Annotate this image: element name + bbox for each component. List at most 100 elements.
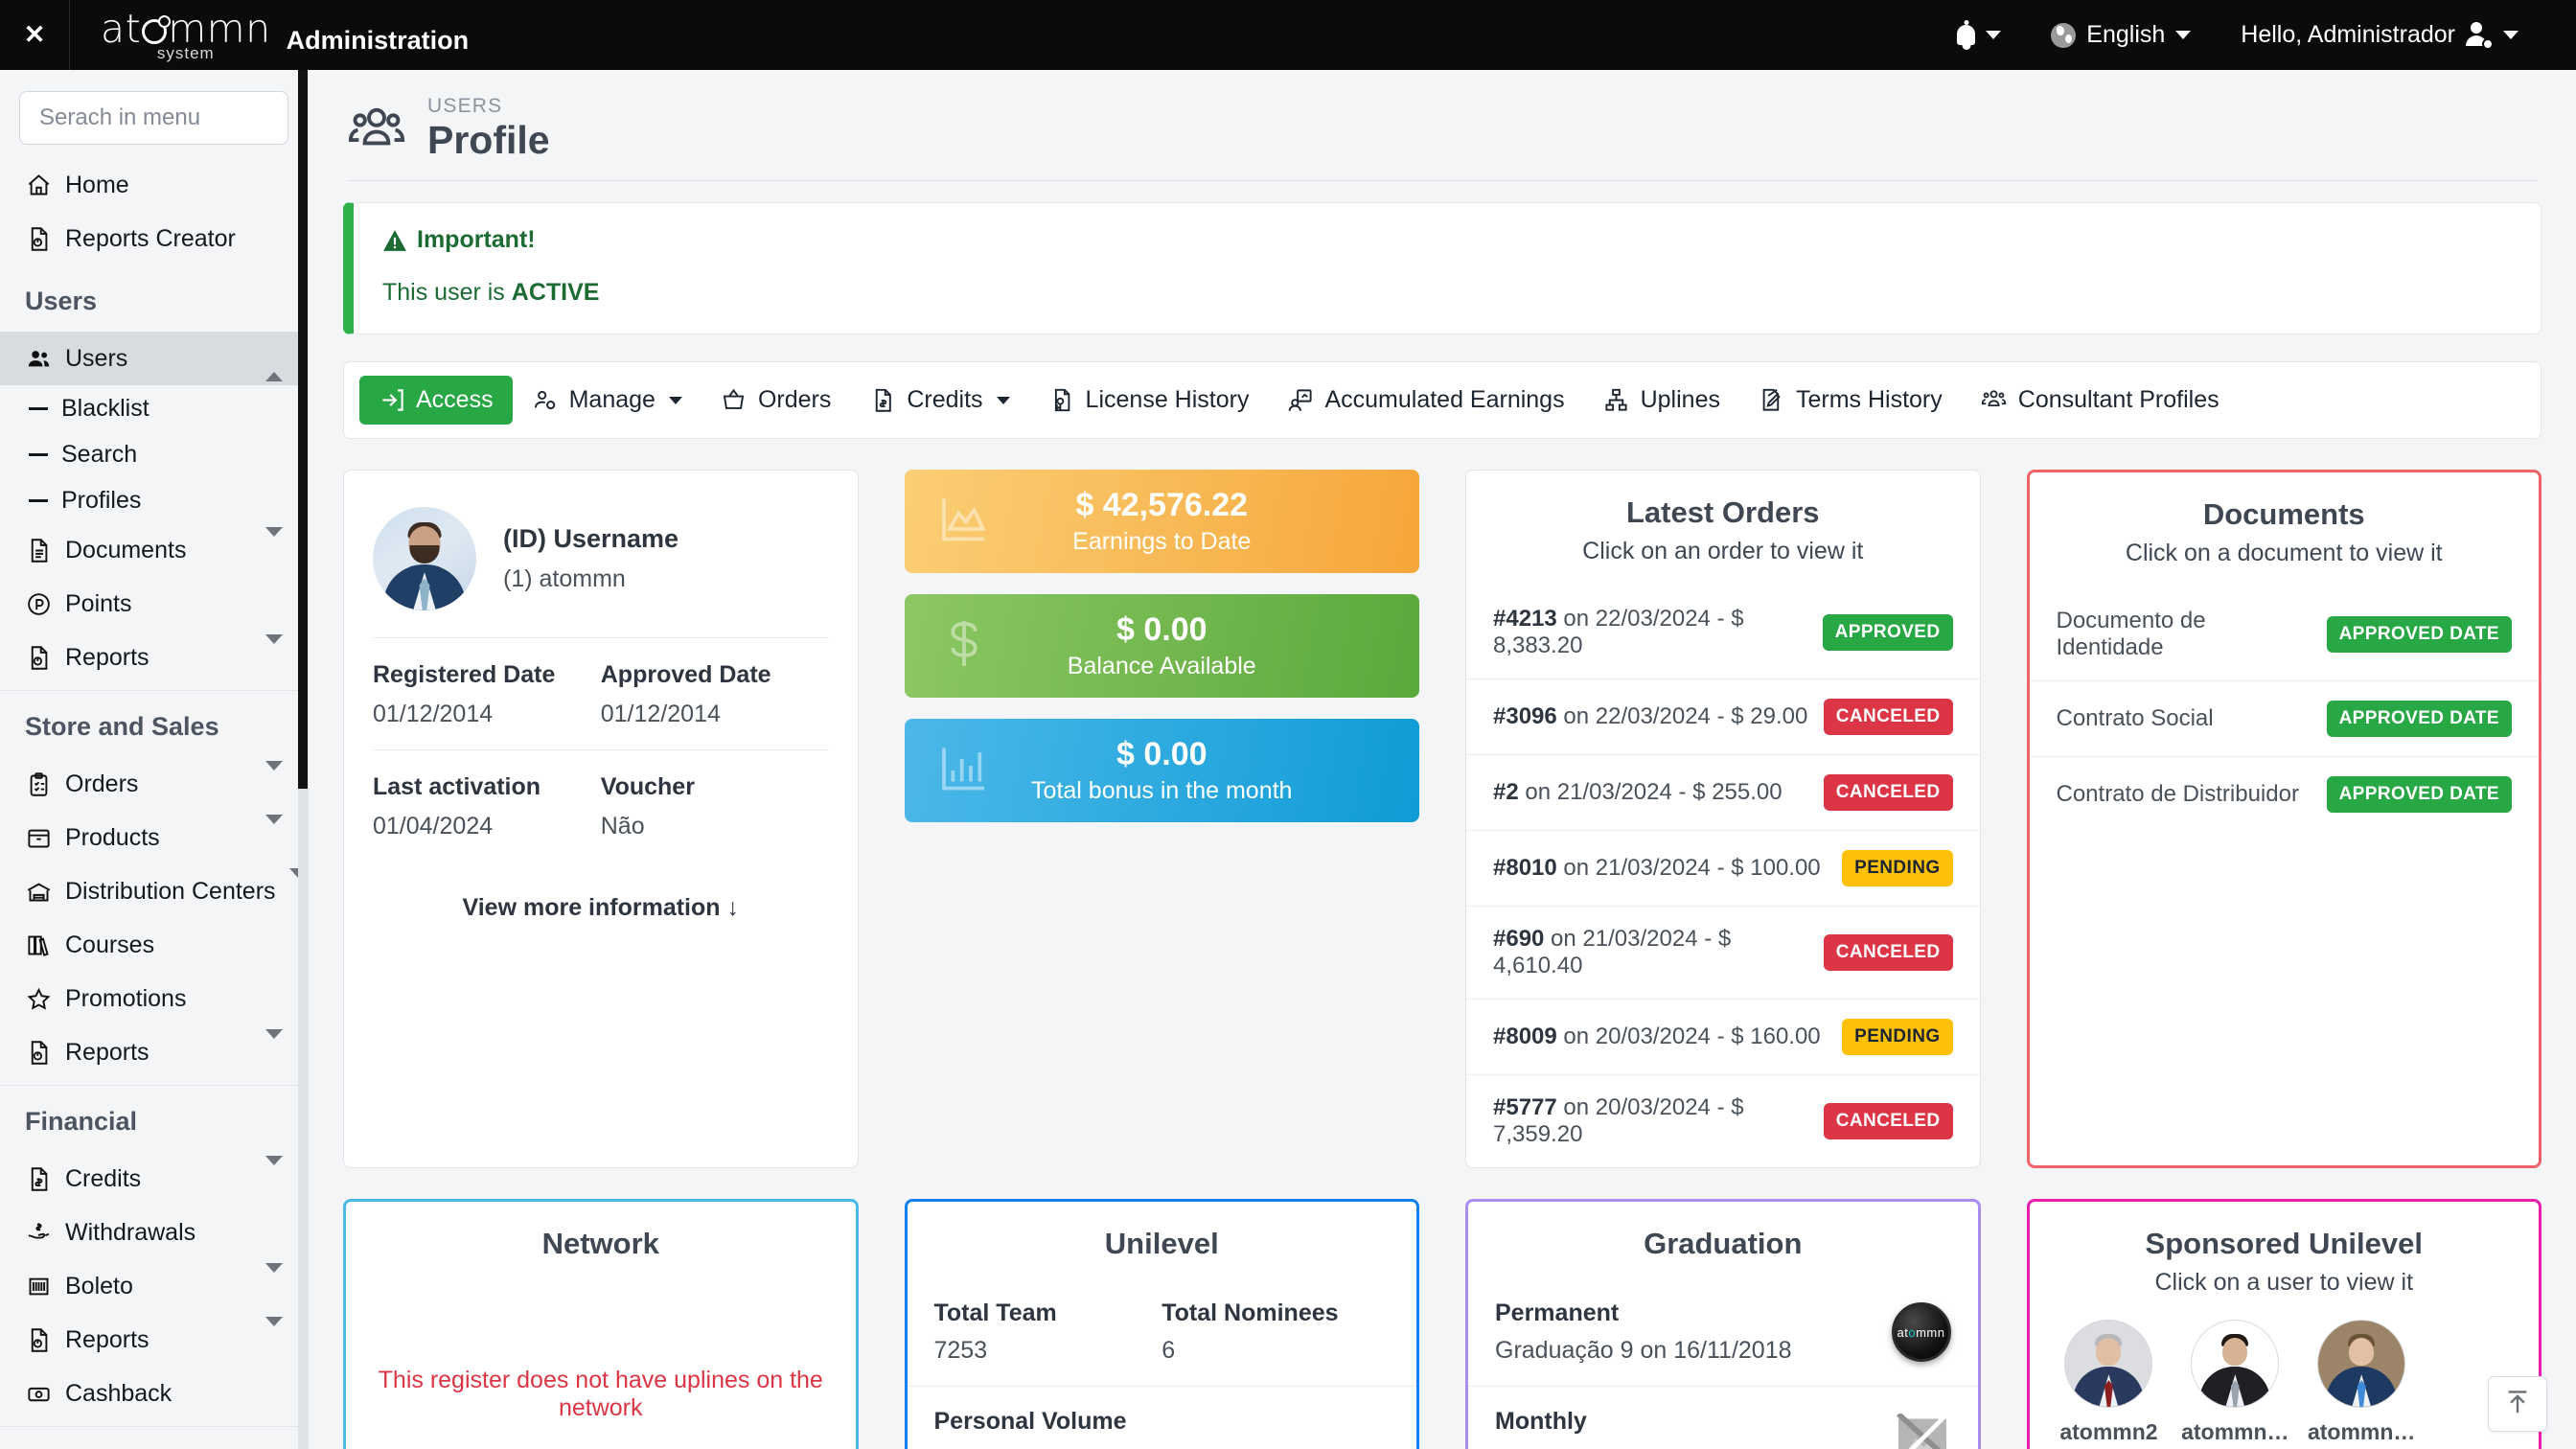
chevron-down-icon [2503, 31, 2518, 39]
order-text: #690 on 21/03/2024 - $ 4,610.40 [1493, 926, 1810, 979]
hand-money-icon [25, 1219, 52, 1246]
box-icon [25, 824, 52, 851]
sidebar-subitem-blacklist[interactable]: Blacklist [0, 385, 308, 431]
network-empty-message: This register does not have uplines on t… [378, 1367, 823, 1422]
order-text: #8010 on 21/03/2024 - $ 100.00 [1493, 855, 1821, 882]
license-history-button[interactable]: License History [1029, 376, 1269, 425]
sidebar-item-products[interactable]: Products [0, 811, 308, 864]
list-item[interactable]: Documento de Identidade APPROVED DATE [2030, 588, 2540, 680]
table-row[interactable]: #4213 on 22/03/2024 - $ 8,383.20 APPROVE… [1466, 586, 1980, 678]
sidebar-section-title: Users [25, 287, 98, 315]
sidebar-item-promotions[interactable]: Promotions [0, 972, 308, 1025]
credit-doc-icon [869, 387, 896, 414]
sidebar-item-boleto[interactable]: Boleto [0, 1259, 308, 1313]
list-item[interactable]: Contrato de Distribuidor APPROVED DATE [2029, 756, 2539, 832]
sidebar-item-documents[interactable]: Documents [0, 523, 308, 577]
bell-icon [1957, 25, 1976, 45]
status-badge: APPROVED DATE [2326, 776, 2512, 814]
sidebar-item-label: Reports Creator [65, 224, 236, 252]
list-item[interactable]: Contrato Social APPROVED DATE [2029, 680, 2539, 756]
close-sidebar-button[interactable]: ✕ [0, 0, 70, 70]
scroll-to-top-button[interactable] [2488, 1376, 2547, 1432]
brand-wordmark: at mmn [101, 5, 271, 52]
table-row[interactable]: #2 on 21/03/2024 - $ 255.00 CANCELED [1466, 754, 1980, 830]
accumulated-earnings-button[interactable]: Accumulated Earnings [1268, 376, 1583, 425]
account-menu[interactable]: Hello, Administrador [2216, 21, 2543, 50]
profile-toolbar: Access Manage Orders Credits License His… [343, 361, 2542, 440]
profile-identity: (ID) Username (1) atommn [373, 495, 829, 637]
language-menu[interactable]: English [2026, 21, 2216, 49]
menu-search-input[interactable] [19, 91, 288, 145]
chevron-down-icon [668, 396, 682, 404]
sidebar-item-reports-store[interactable]: Reports [0, 1025, 308, 1079]
list-item[interactable]: atommn… [2176, 1320, 2293, 1445]
dollar-icon [937, 617, 991, 676]
button-label: Uplines [1640, 386, 1720, 414]
view-more-information-link[interactable]: View more information ↓ [373, 862, 829, 922]
sidebar-item-orders[interactable]: Orders [0, 757, 308, 811]
table-row[interactable]: #690 on 21/03/2024 - $ 4,610.40 CANCELED [1466, 906, 1980, 999]
orders-button[interactable]: Orders [702, 376, 850, 425]
terms-history-button[interactable]: Terms History [1739, 376, 1962, 425]
table-row[interactable]: #3096 on 22/03/2024 - $ 29.00 CANCELED [1466, 678, 1980, 754]
status-badge: CANCELED [1823, 934, 1953, 972]
tile-value: $ 0.00 [1116, 611, 1208, 649]
sidebar-subitem-label: Blacklist [61, 394, 150, 422]
sidebar-item-distribution-centers[interactable]: Distribution Centers [0, 864, 308, 918]
order-details: on 20/03/2024 - $ 160.00 [1556, 1024, 1821, 1050]
uplines-button[interactable]: Uplines [1584, 376, 1739, 425]
sidebar-subitem-search[interactable]: Search [0, 431, 308, 477]
table-row[interactable]: #8010 on 21/03/2024 - $ 100.00 PENDING [1466, 830, 1980, 906]
dash-icon [29, 498, 48, 502]
sidebar-item-label: Courses [65, 931, 155, 958]
chevron-down-icon [265, 1262, 283, 1300]
manage-menu-button[interactable]: Manage [513, 376, 702, 425]
notifications-menu[interactable] [1932, 25, 2026, 45]
sidebar-item-courses[interactable]: Courses [0, 918, 308, 972]
sidebar-subitem-label: Profiles [61, 486, 142, 514]
sidebar-item-reports-creator[interactable]: Reports Creator [0, 212, 308, 265]
sidebar-item-users[interactable]: Users [0, 332, 308, 385]
sidebar-item-home[interactable]: Home [0, 158, 308, 212]
table-row[interactable]: #8009 on 20/03/2024 - $ 160.00 PENDING [1466, 999, 1980, 1074]
sidebar-scrollbar[interactable] [298, 70, 308, 1449]
credits-menu-button[interactable]: Credits [850, 376, 1028, 425]
user-gear-icon [2466, 21, 2494, 50]
monthly-graduation-field: Monthly No Graduation [1495, 1408, 1651, 1449]
sidebar-item-label: Promotions [65, 984, 187, 1012]
sidebar-item-points[interactable]: Points [0, 577, 308, 631]
profile-name-block: (ID) Username (1) atommn [503, 524, 678, 593]
orders-list: #4213 on 22/03/2024 - $ 8,383.20 APPROVE… [1466, 565, 1980, 1167]
card-subtitle: Click on a document to view it [2125, 540, 2443, 567]
list-item[interactable]: atommn… [2303, 1320, 2420, 1445]
terms-icon [1759, 387, 1785, 414]
avatar [2317, 1320, 2406, 1409]
balance-available-tile: $ 0.00 Balance Available [904, 594, 1419, 699]
sidebar-item-cashback[interactable]: Cashback [0, 1367, 308, 1420]
brand: at mmn system Administration [70, 5, 469, 61]
sidebar-item-credits[interactable]: Credits [0, 1152, 308, 1206]
sidebar-item-reports-financial[interactable]: Reports [0, 1313, 308, 1367]
credit-doc-icon [25, 1165, 52, 1192]
access-button[interactable]: Access [359, 376, 513, 426]
status-badge: PENDING [1842, 850, 1953, 887]
sidebar-item-reports-users[interactable]: Reports [0, 631, 308, 684]
status-badge: APPROVED DATE [2326, 616, 2512, 654]
chevron-down-icon [265, 1155, 283, 1193]
sidebar-subitem-profiles[interactable]: Profiles [0, 477, 308, 523]
warning-icon [382, 229, 407, 251]
list-item[interactable]: atommn2 [2051, 1320, 2168, 1445]
sidebar-scrollbar-thumb[interactable] [298, 70, 308, 789]
points-icon [25, 590, 52, 617]
document-name: Contrato de Distribuidor [2056, 781, 2299, 808]
sidebar-section-users: Users Users Blacklist Search Profiles Do… [0, 265, 308, 691]
sidebar-item-withdrawals[interactable]: Withdrawals [0, 1206, 308, 1259]
license-icon [1048, 387, 1075, 414]
sidebar-item-label: Users [65, 344, 128, 372]
status-badge: CANCELED [1823, 1103, 1953, 1140]
button-label: Accumulated Earnings [1324, 386, 1565, 414]
sidebar-section-title: Store and Sales [25, 712, 219, 741]
table-row[interactable]: #5777 on 20/03/2024 - $ 7,359.20 CANCELE… [1466, 1074, 1980, 1167]
barcode-icon [25, 1273, 52, 1300]
consultant-profiles-button[interactable]: Consultant Profiles [1962, 376, 2239, 425]
